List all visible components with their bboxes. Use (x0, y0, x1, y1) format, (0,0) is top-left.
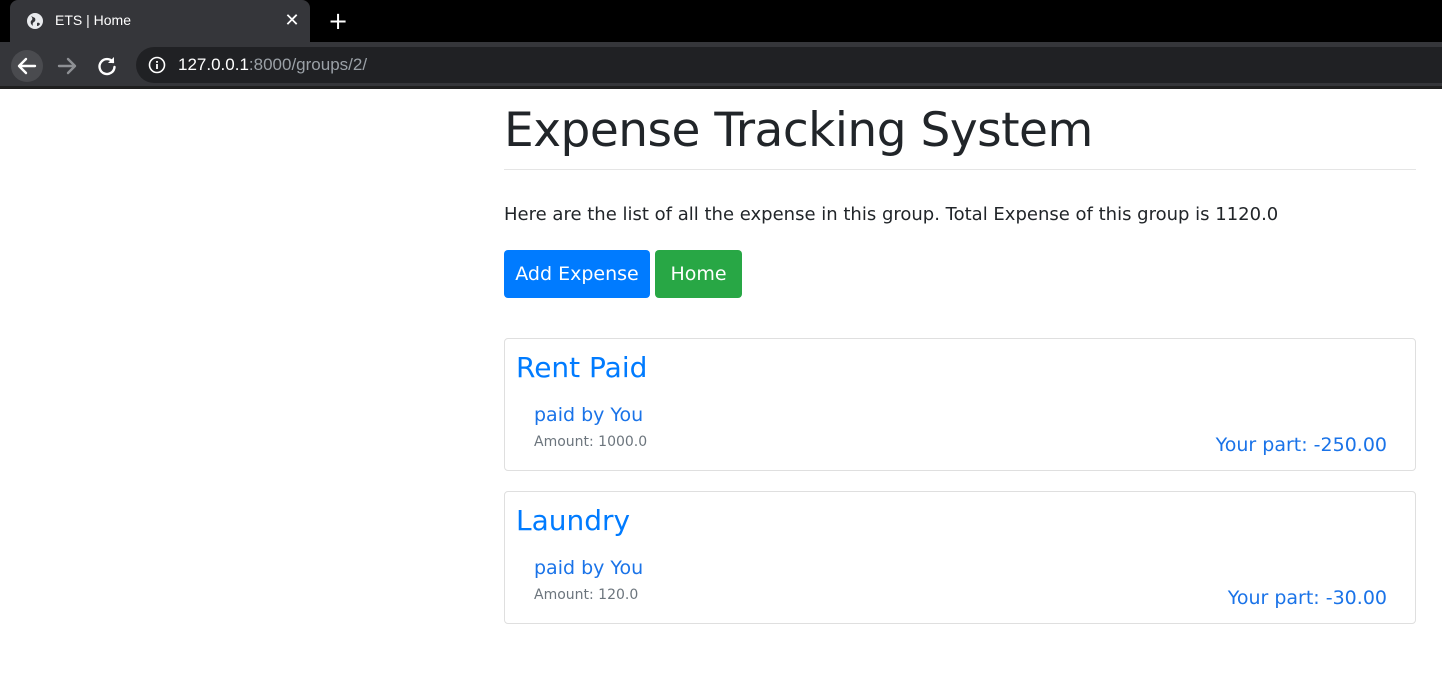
url-text: 127.0.0.1:8000/groups/2/ (178, 55, 367, 75)
expense-paid-by: paid by You (534, 404, 644, 426)
new-tab-icon[interactable]: + (325, 9, 351, 35)
url-path: :8000/groups/2/ (248, 55, 368, 74)
forward-button[interactable] (51, 50, 83, 82)
browser-toolbar: 127.0.0.1:8000/groups/2/ (0, 42, 1442, 89)
url-host: 127.0.0.1 (178, 55, 249, 74)
expense-paid-by: paid by You (534, 557, 644, 579)
expense-card: Laundry paid by You Amount: 120.0 Your p… (504, 491, 1416, 624)
add-expense-button[interactable]: Add Expense (504, 250, 650, 298)
home-button[interactable]: Home (655, 250, 742, 298)
info-icon[interactable] (148, 56, 166, 74)
tab-title: ETS | Home (55, 12, 131, 28)
arrow-right-icon (57, 57, 77, 75)
expense-your-part: Your part: -250.00 (1215, 434, 1387, 456)
close-icon[interactable]: ✕ (282, 11, 302, 31)
browser-tabstrip: ETS | Home ✕ + (0, 0, 1442, 42)
page-title: Expense Tracking System (504, 103, 1093, 158)
arrow-left-icon (17, 57, 37, 75)
expense-your-part: Your part: -30.00 (1227, 587, 1387, 609)
expense-amount: Amount: 120.0 (534, 587, 639, 603)
browser-tab[interactable]: ETS | Home ✕ (10, 0, 310, 42)
globe-icon (27, 13, 43, 29)
back-button[interactable] (11, 50, 43, 82)
expense-amount: Amount: 1000.0 (534, 434, 648, 450)
expense-title-link[interactable]: Laundry (516, 504, 630, 537)
expense-title-link[interactable]: Rent Paid (516, 351, 647, 384)
expense-card: Rent Paid paid by You Amount: 1000.0 You… (504, 338, 1416, 471)
reload-icon (98, 57, 116, 76)
address-bar[interactable]: 127.0.0.1:8000/groups/2/ (136, 47, 1442, 83)
group-summary: Here are the list of all the expense in … (504, 204, 1279, 225)
reload-button[interactable] (91, 50, 123, 82)
title-divider (504, 169, 1416, 170)
